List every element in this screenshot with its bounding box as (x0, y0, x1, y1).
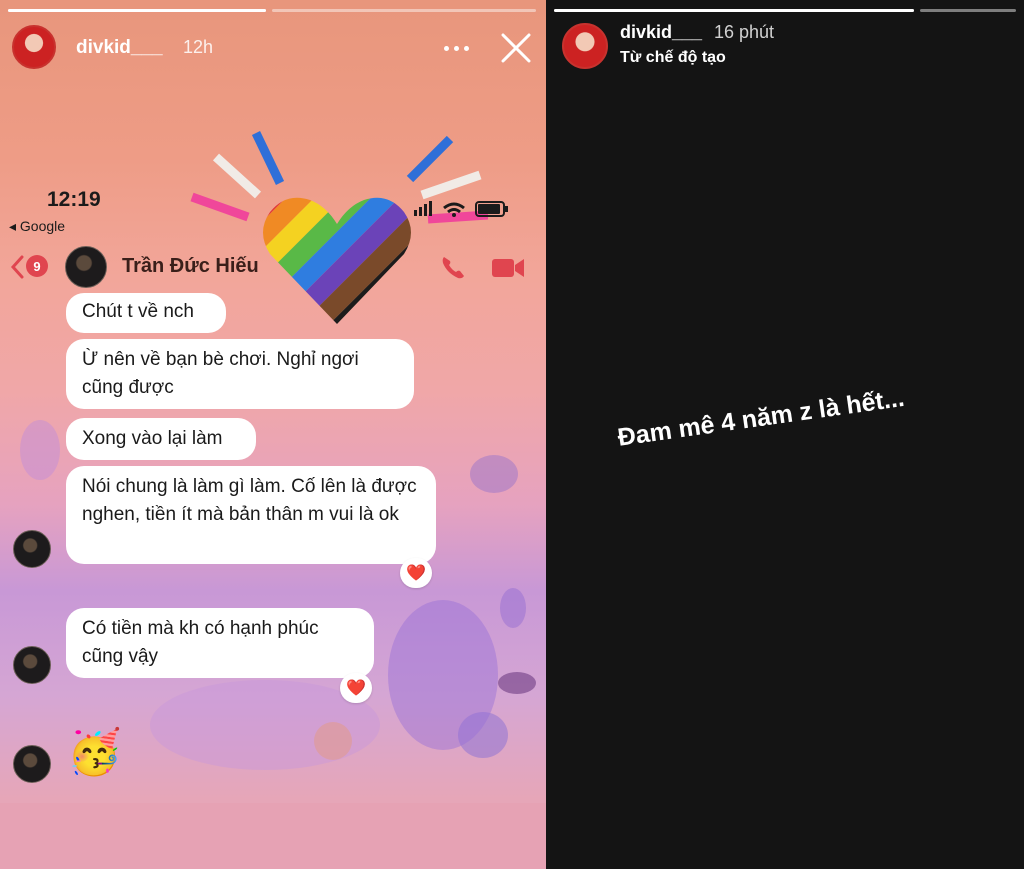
contact-avatar (65, 246, 107, 288)
contact-avatar-small (13, 530, 51, 568)
user-avatar[interactable] (562, 23, 608, 69)
message-bubble-1: Chút t về nch (66, 293, 226, 333)
background-bubble (498, 672, 536, 694)
background-bubble (500, 588, 526, 628)
message-bubble-2: Ừ nên về bạn bè chơi. Nghỉ ngơi cũng đượ… (66, 339, 414, 409)
post-time: 12h (183, 37, 214, 57)
background-bubble (20, 420, 60, 480)
contact-avatar-small (13, 646, 51, 684)
story-progress-bar-3 (554, 9, 914, 12)
background-ribbon (388, 600, 498, 750)
heart-reaction-icon: ❤️ (340, 673, 372, 703)
heart-reaction-icon: ❤️ (400, 558, 432, 588)
background-bubble (470, 455, 518, 493)
unread-count-badge: 9 (26, 255, 48, 277)
post-time: 16 phút (714, 22, 775, 42)
message-bubble-3: Xong vào lại làm (66, 418, 256, 460)
video-call-icon (492, 259, 524, 277)
reply-bar-area (0, 803, 546, 869)
rainbow-heart-sticker (263, 197, 411, 324)
left-story-panel[interactable]: divkid___ 12h 12:19 ◂ Google 9 Trần Đức … (0, 0, 546, 869)
create-mode-label: Từ chế độ tạo (620, 49, 726, 66)
user-avatar[interactable] (12, 25, 56, 69)
close-icon[interactable] (500, 32, 532, 64)
story-viewer: divkid___ 12h 12:19 ◂ Google 9 Trần Đức … (0, 0, 1024, 869)
story-progress-bar-2 (272, 9, 536, 12)
signal-wifi-battery-icon (414, 201, 508, 217)
more-dots-icon[interactable] (444, 38, 474, 58)
back-to-google-link: ◂ Google (9, 218, 66, 234)
message-bubble-4: Nói chung là làm gì làm. Cố lên là được … (66, 466, 436, 564)
phone-status-time: 12:19 (47, 188, 101, 211)
username[interactable]: divkid___ (620, 22, 702, 43)
party-face-emoji: 🥳 (67, 728, 122, 777)
story-progress-bar-4 (920, 9, 1016, 12)
story-caption: Đam mê 4 năm z là hết... (615, 383, 907, 452)
phone-call-icon (442, 257, 464, 279)
right-story-panel[interactable]: divkid___ 16 phút Từ chế độ tạo Đam mê 4… (546, 0, 1024, 869)
message-bubble-5: Có tiền mà kh có hạnh phúc cũng vậy (66, 608, 374, 678)
username[interactable]: divkid___ (76, 37, 163, 59)
contact-name: Trần Đức Hiếu (122, 255, 259, 277)
contact-avatar-small (13, 745, 51, 783)
story-progress-bar-1 (8, 9, 266, 12)
